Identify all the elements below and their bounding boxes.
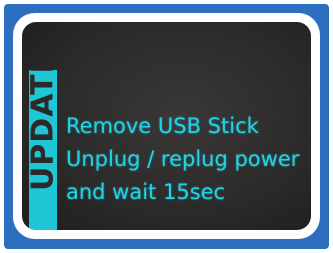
photo-stage: UPDATE Remove USB Stick Unplug / replug … (0, 0, 333, 253)
instruction-message: Remove USB Stick Unplug / replug power a… (66, 110, 306, 209)
photo-frame: UPDATE Remove USB Stick Unplug / replug … (4, 4, 329, 249)
message-line-remove-usb: Remove USB Stick (66, 114, 259, 138)
message-line-unplug-replug: Unplug / replug power (66, 147, 300, 171)
update-side-tab-label: UPDATE (29, 70, 57, 192)
device-bezel: UPDATE Remove USB Stick Unplug / replug … (13, 13, 320, 239)
message-line-wait: and wait 15sec (66, 180, 226, 204)
lcd-screen: UPDATE Remove USB Stick Unplug / replug … (22, 22, 311, 230)
update-side-tab: UPDATE (29, 70, 57, 230)
